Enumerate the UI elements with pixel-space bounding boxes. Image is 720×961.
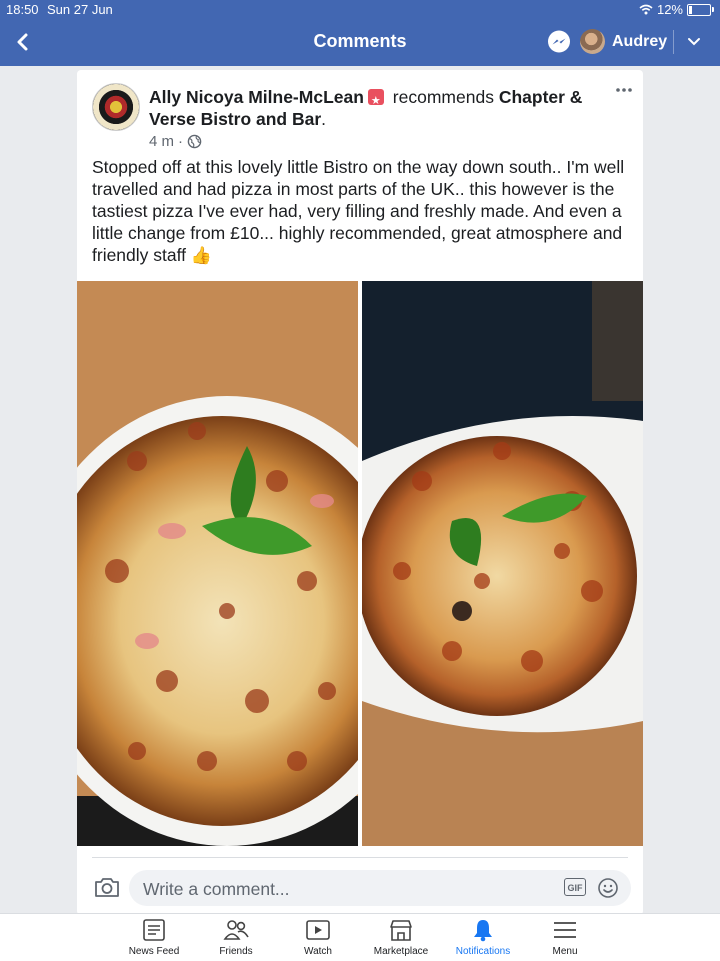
more-options-icon[interactable] — [614, 84, 634, 96]
wifi-icon — [639, 4, 653, 15]
top-bar: 18:50 Sun 27 Jun 12% Comments Audrey — [0, 0, 720, 66]
messenger-icon[interactable] — [547, 30, 571, 54]
recommends-text: recommends — [392, 87, 494, 107]
post-body: Stopped off at this lovely little Bistro… — [92, 156, 632, 267]
pizza-image-2 — [362, 281, 643, 846]
post-text: Stopped off at this lovely little Bistro… — [92, 157, 625, 265]
nav-label-marketplace: Marketplace — [373, 946, 429, 957]
post-card: Ally Nicoya Milne-McLean recommends Chap… — [77, 70, 643, 915]
status-date: Sun 27 Jun — [47, 2, 113, 17]
nav-marketplace[interactable]: Marketplace — [356, 918, 446, 957]
nav-label-friends: Friends — [219, 946, 253, 957]
user-name[interactable]: Audrey — [612, 33, 667, 51]
friends-icon — [223, 920, 249, 940]
nav-label-news-feed: News Feed — [128, 946, 180, 957]
meta-separator: · — [178, 133, 184, 150]
post-time[interactable]: 4 m — [149, 133, 174, 150]
emoji-icon[interactable] — [597, 877, 619, 899]
chevron-down-icon[interactable] — [686, 35, 702, 49]
nav-label-notifications: Notifications — [455, 946, 511, 957]
nav-news-feed[interactable]: News Feed — [109, 918, 199, 957]
news-feed-icon — [143, 919, 165, 941]
bottom-navigation: News Feed Friends Watch Marketplace Noti… — [0, 913, 720, 961]
pizza-photo-2[interactable] — [362, 281, 643, 846]
comment-divider — [92, 857, 628, 858]
globe-icon — [187, 134, 202, 149]
post-meta: 4 m · — [149, 133, 202, 150]
author-avatar[interactable] — [92, 83, 140, 131]
post-header: Ally Nicoya Milne-McLean recommends Chap… — [149, 86, 609, 130]
pizza-photo-1[interactable] — [77, 281, 358, 846]
comment-input[interactable]: Write a comment... GIF — [129, 870, 631, 906]
page-name-period: . — [321, 109, 327, 129]
pizza-image-1 — [77, 281, 358, 846]
nav-watch[interactable]: Watch — [273, 918, 363, 957]
nav-notifications[interactable]: Notifications — [438, 918, 528, 957]
nav-menu[interactable]: Menu — [520, 918, 610, 957]
status-indicators: 12% — [639, 2, 714, 17]
status-time: 18:50 — [6, 2, 39, 17]
header-divider — [673, 30, 674, 54]
author-name[interactable]: Ally Nicoya Milne-McLean — [149, 87, 364, 107]
gif-button[interactable]: GIF — [564, 878, 586, 896]
comment-placeholder: Write a comment... — [143, 879, 290, 899]
camera-icon[interactable] — [94, 876, 120, 898]
notifications-icon — [474, 920, 492, 942]
nav-label-watch: Watch — [304, 946, 332, 957]
menu-icon — [554, 922, 576, 938]
battery-icon — [687, 3, 711, 16]
thumbs-up-emoji: 👍 — [190, 246, 213, 265]
nav-label-menu: Menu — [552, 946, 578, 957]
recommendation-icon — [367, 89, 384, 112]
user-avatar[interactable] — [580, 29, 605, 54]
battery-percent: 12% — [656, 2, 683, 17]
battery-tip — [712, 7, 714, 12]
watch-icon — [306, 920, 330, 940]
nav-friends[interactable]: Friends — [191, 918, 281, 957]
marketplace-icon — [390, 920, 412, 941]
